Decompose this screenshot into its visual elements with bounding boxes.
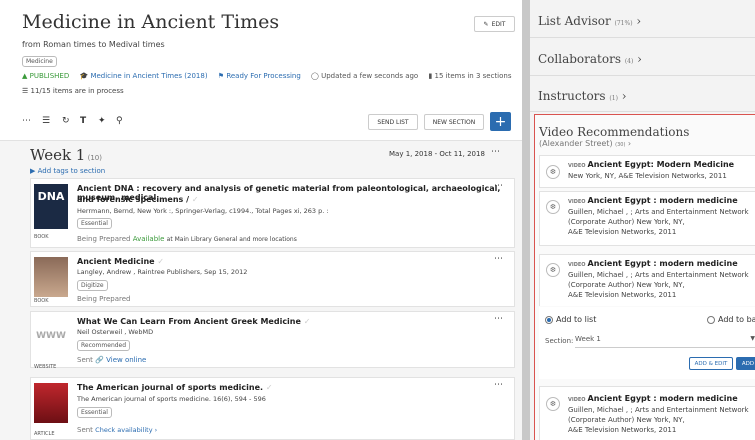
view-online-link[interactable]: 🔗 View online [95, 356, 146, 364]
updated-status: ◯ Updated a few seconds ago [311, 72, 419, 80]
book-cover: DNA [34, 184, 68, 229]
item-meta: Langley, Andrew , Raintree Publishers, S… [77, 268, 248, 276]
new-section-button[interactable]: NEW SECTION [424, 114, 484, 130]
section-more-icon[interactable]: ⋯ [491, 147, 500, 157]
video-recommendations-source: (Alexander Street) (30) › [539, 139, 632, 148]
item-more-icon[interactable]: ⋯ [494, 380, 503, 390]
check-availability-link[interactable]: Check availability › [95, 426, 157, 434]
item-status: Being Prepared Available at Main Library… [77, 235, 297, 243]
list-item[interactable]: ARTICLE The American journal of sports m… [30, 377, 515, 440]
item-meta: The American journal of sports medicine.… [77, 395, 266, 403]
item-more-icon[interactable]: ⋯ [494, 314, 503, 324]
collaborators-toggle[interactable]: Collaborators (4) › [538, 52, 642, 66]
add-to-list-radio[interactable]: Add to list [545, 315, 596, 324]
item-status: Sent Check availability › [77, 426, 158, 434]
published-status: ▲ PUBLISHED [22, 72, 70, 80]
item-type: ARTICLE [34, 431, 55, 437]
process-progress: ☰ 11/15 items are in process [22, 87, 124, 95]
instructors-toggle[interactable]: Instructors (1) › [538, 89, 627, 103]
video-icon: ❆ [546, 397, 560, 411]
send-list-button[interactable]: SEND LIST [368, 114, 418, 130]
list-item[interactable]: BOOK Ancient Medicine ✓ Langley, Andrew … [30, 251, 515, 307]
item-status: Sent 🔗 View online [77, 356, 147, 364]
section-title: Week 1 [30, 146, 86, 164]
search-icon[interactable]: ⚲ [116, 116, 123, 126]
video-recommendations-panel: Video Recommendations (Alexander Street)… [534, 114, 755, 440]
course-link[interactable]: 🎓 Medicine in Ancient Times (2018) [79, 72, 211, 80]
section-select[interactable]: Week 1 ▼ [575, 335, 755, 348]
recommendation-item-selected[interactable]: ❆ VIDEO Ancient Egypt : modern medicine G… [539, 254, 755, 306]
list-toolbar: ⋯ ☰ ↻ T ✦ ⚲ SEND LIST NEW SECTION + [22, 112, 512, 132]
add-item-button[interactable]: + [490, 112, 511, 131]
video-recommendations-title: Video Recommendations [539, 125, 690, 139]
more-icon[interactable]: ⋯ [22, 116, 31, 126]
add-and-edit-button[interactable]: ADD & EDIT [689, 357, 733, 370]
item-type: BOOK [34, 234, 49, 240]
pencil-icon: ✎ [483, 20, 489, 28]
section-dates: May 1, 2018 - Oct 11, 2018 [389, 150, 485, 158]
page-subtitle: from Roman times to Medival times [22, 40, 165, 49]
article-cover [34, 383, 68, 423]
radio-selected-icon [545, 315, 553, 324]
reading-list-panel: Medicine in Ancient Times from Roman tim… [0, 0, 522, 440]
item-more-icon[interactable]: ⋯ [494, 254, 503, 264]
sidebar-panel: List Advisor (71%) › Collaborators (4) ›… [530, 0, 755, 440]
section-header: Week 1 (10) May 1, 2018 - Oct 11, 2018 ⋯ [30, 146, 515, 164]
item-tag[interactable]: Recommended [77, 340, 131, 351]
item-title[interactable]: Ancient Medicine ✓ [77, 257, 164, 266]
edit-button[interactable]: ✎ EDIT [474, 16, 515, 32]
add-button[interactable]: ADD [736, 357, 755, 370]
list-status-line: ▲ PUBLISHED 🎓 Medicine in Ancient Times … [22, 72, 520, 80]
recommendation-item[interactable]: ❆ VIDEO Ancient Egypt: Modern Medicine Ne… [539, 155, 755, 188]
list-item[interactable]: WWW WEBSITE What We Can Learn From Ancie… [30, 311, 515, 370]
item-meta: Herrmann, Bernd, New York :, Springer-Ve… [77, 207, 329, 215]
panel-divider[interactable] [522, 0, 530, 440]
refresh-icon[interactable]: ↻ [62, 116, 70, 126]
list-item[interactable]: DNA BOOK Ancient DNA : recovery and anal… [30, 178, 515, 248]
list-view-icon[interactable]: ☰ [42, 116, 50, 126]
divider [530, 37, 755, 38]
text-icon[interactable]: T [80, 116, 86, 126]
radio-empty-icon [707, 315, 715, 324]
recommendation-item[interactable]: ❆ VIDEO Ancient Egypt : modern medicine G… [539, 191, 755, 246]
item-more-icon[interactable]: ⋯ [494, 181, 503, 191]
magic-wand-icon[interactable]: ✦ [98, 116, 106, 126]
chevron-down-icon: ▼ [750, 335, 755, 342]
list-advisor-toggle[interactable]: List Advisor (71%) › [538, 14, 641, 28]
video-icon: ❆ [546, 263, 560, 277]
section-label: Section: [545, 337, 574, 345]
item-title-cont[interactable]: and forensic specimens / ✓ [77, 195, 199, 204]
items-count: ▮ 15 items in 3 sections [428, 72, 512, 80]
item-type: WEBSITE [34, 364, 57, 370]
add-to-bag-radio[interactable]: Add to bag [707, 315, 755, 324]
video-icon: ❆ [546, 165, 560, 179]
item-tag[interactable]: Essential [77, 218, 112, 229]
book-cover [34, 257, 68, 297]
item-status: Being Prepared [77, 295, 131, 303]
list-header: Medicine in Ancient Times from Roman tim… [0, 0, 522, 141]
page-title: Medicine in Ancient Times [22, 11, 280, 33]
video-icon: ❆ [546, 200, 560, 214]
item-title[interactable]: The American journal of sports medicine.… [77, 383, 273, 392]
recommendation-item[interactable]: ❆ VIDEO Ancient Egypt : modern medicine G… [539, 386, 755, 440]
section-count: (10) [87, 154, 102, 162]
processing-status: ⚑ Ready For Processing [217, 72, 301, 80]
item-tag[interactable]: Digitize [77, 280, 108, 291]
item-type: BOOK [34, 298, 49, 304]
item-tag[interactable]: Essential [77, 407, 112, 418]
add-to-list-form: Add to list Add to bag Section: Week 1▼ … [539, 307, 755, 379]
divider [530, 75, 755, 76]
item-meta: Neil Osterweil , WebMD [77, 328, 154, 336]
list-tag[interactable]: Medicine [22, 56, 57, 67]
add-tags-link[interactable]: ▶ Add tags to section [30, 167, 105, 175]
website-icon: WWW [36, 331, 66, 341]
divider [530, 111, 755, 112]
item-title[interactable]: What We Can Learn From Ancient Greek Med… [77, 317, 310, 326]
